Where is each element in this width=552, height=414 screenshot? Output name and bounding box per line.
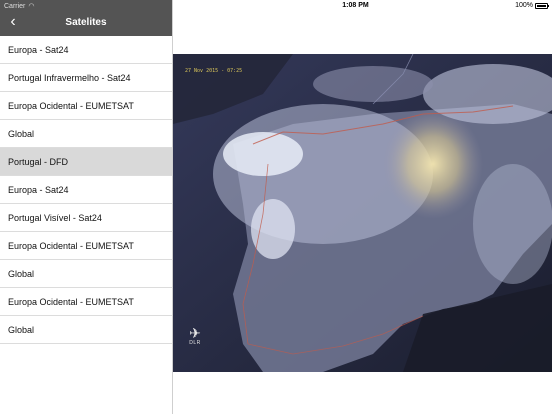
list-item[interactable]: Europa - Sat24: [0, 176, 172, 204]
list-item-label: Europa Ocidental - EUMETSAT: [8, 240, 134, 251]
list-item-label: Portugal Infravermelho - Sat24: [8, 72, 131, 83]
satellite-image-graphic: [173, 54, 552, 372]
carrier-status: Carrier ◠: [4, 2, 35, 11]
dlr-logo-text: DLR: [189, 340, 201, 346]
list-item[interactable]: Europa Ocidental - EUMETSAT: [0, 232, 172, 260]
list-item[interactable]: Portugal Infravermelho - Sat24: [0, 64, 172, 92]
list-item[interactable]: Portugal - DFD: [0, 148, 172, 176]
list-item-label: Europa - Sat24: [8, 44, 69, 55]
wifi-icon: ◠: [28, 3, 35, 10]
carrier-label: Carrier: [4, 2, 26, 10]
list-item[interactable]: Portugal Visível - Sat24: [0, 204, 172, 232]
list-item[interactable]: Global: [0, 260, 172, 288]
app-screen: Carrier ◠ ‹ Satelites Europa - Sat24 Port…: [0, 0, 552, 414]
list-item-label: Global: [8, 268, 35, 279]
sidebar: Carrier ◠ ‹ Satelites Europa - Sat24 Port…: [0, 0, 173, 414]
battery-indicator: 100%: [515, 2, 549, 9]
list-item-label: Europa Ocidental - EUMETSAT: [8, 100, 134, 111]
list-item-label: Global: [8, 128, 35, 139]
dlr-logo-mark: ✈: [189, 325, 201, 341]
status-bar: 1:08 PM 100%: [173, 0, 552, 12]
list-item[interactable]: Europa - Sat24: [0, 36, 172, 64]
list-item[interactable]: Europa Ocidental - EUMETSAT: [0, 288, 172, 316]
list-item-label: Global: [8, 324, 35, 335]
dlr-logo-icon: ✈ DLR: [181, 326, 209, 356]
image-timestamp: 27 Nov 2015 - 07:25: [185, 68, 243, 74]
main-content: 27 Nov 2015 - 07:25 ✈ DLR: [173, 12, 552, 414]
status-time: 1:08 PM: [342, 2, 369, 9]
satellite-list: Europa - Sat24 Portugal Infravermelho - S…: [0, 36, 172, 344]
list-item[interactable]: Global: [0, 316, 172, 344]
list-item-label: Portugal - DFD: [8, 156, 69, 167]
list-item-label: Portugal Visível - Sat24: [8, 212, 102, 223]
satellite-image[interactable]: 27 Nov 2015 - 07:25 ✈ DLR: [173, 54, 552, 372]
list-item[interactable]: Europa Ocidental - EUMETSAT: [0, 92, 172, 120]
sidebar-title: Satelites: [65, 17, 107, 28]
list-item-label: Europa - Sat24: [8, 184, 69, 195]
battery-percent: 100%: [515, 2, 533, 9]
sidebar-header: Carrier ◠ ‹ Satelites: [0, 0, 172, 36]
list-item[interactable]: Global: [0, 120, 172, 148]
list-item-label: Europa Ocidental - EUMETSAT: [8, 296, 134, 307]
battery-icon: [535, 2, 549, 9]
battery-fill: [537, 4, 546, 7]
